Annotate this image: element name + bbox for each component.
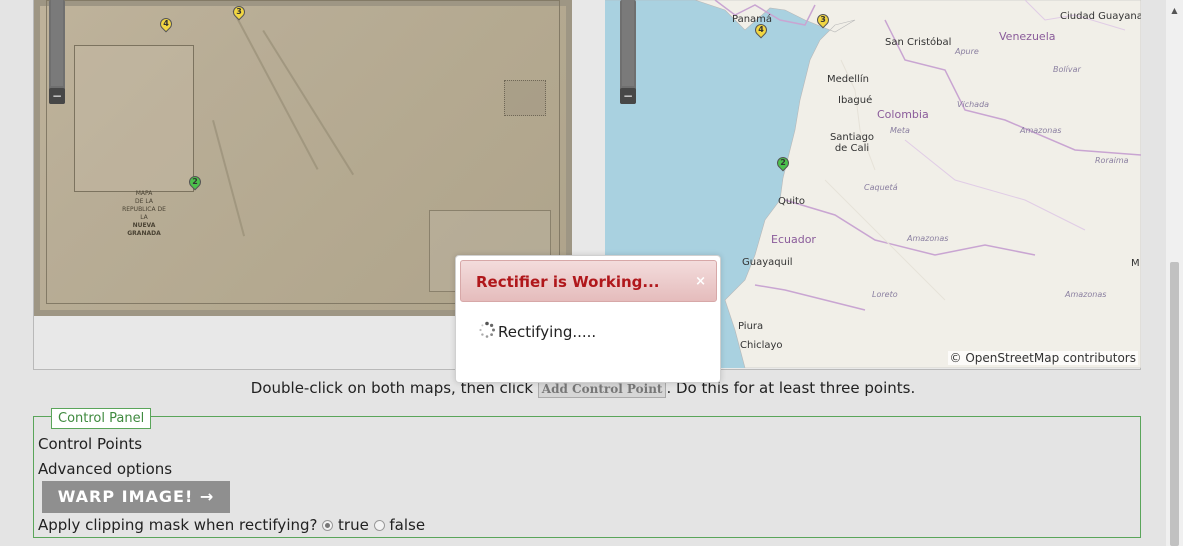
clip-false-label[interactable]: false (389, 516, 425, 534)
left-zoom-control[interactable]: − (49, 0, 65, 104)
map-label-place: Piura (738, 321, 764, 332)
map-label-region: Amazonas (1020, 126, 1062, 135)
rectifier-dialog: Rectifier is Working... × Rectifying....… (455, 255, 721, 383)
osm-attribution[interactable]: © OpenStreetMap contributors (947, 351, 1138, 365)
map-label-place: Chiclayo (740, 340, 783, 351)
dialog-header: Rectifier is Working... × (460, 260, 717, 302)
right-zoom-out-button[interactable]: − (620, 88, 636, 104)
map-label-place: Santiago de Cali (829, 132, 875, 154)
map-label-region: Amazonas (1065, 290, 1107, 299)
map-marker[interactable]: 2 (186, 173, 204, 192)
marker-number: 2 (192, 177, 198, 186)
map-inset (74, 45, 194, 192)
clip-true-radio[interactable] (322, 520, 334, 531)
map-title-cartouche: MAPA DE LA REPUBLICA DE LA NUEVA GRANADA (119, 190, 169, 237)
left-zoom-slider[interactable] (51, 0, 63, 86)
map-label-region: Vichada (957, 100, 990, 109)
map-marker[interactable]: 3 (230, 3, 248, 22)
advanced-options-link[interactable]: Advanced options (38, 460, 172, 478)
map-label-country: Ecuador (771, 233, 816, 246)
map-marker[interactable]: 2 (774, 154, 792, 173)
marker-number: 3 (236, 7, 242, 16)
page-scrollbar[interactable]: ▲ (1166, 0, 1183, 546)
dialog-title: Rectifier is Working... (476, 273, 660, 291)
map-label-region: Roraima (1095, 156, 1129, 165)
dialog-message: Rectifying..... (498, 323, 597, 341)
map-marker[interactable]: 4 (157, 15, 175, 34)
clip-false-radio[interactable] (373, 520, 385, 531)
map-marker[interactable]: 4 (752, 21, 770, 40)
map-marker[interactable]: 3 (814, 11, 832, 30)
map-label-place: Guayaquil (742, 257, 793, 268)
map-title-line: DE LA REPUBLICA DE LA (122, 198, 166, 221)
map-label-region: Amazonas (907, 234, 949, 243)
spinner-icon (479, 321, 495, 338)
right-zoom-slider[interactable] (622, 0, 634, 86)
minus-icon: − (622, 89, 634, 103)
map-label-place: Ciudad Guayana (1060, 11, 1141, 22)
map-label-region: M (1131, 258, 1140, 269)
clipping-mask-label: Apply clipping mask when rectifying? (38, 516, 318, 534)
map-label-place: Quito (778, 196, 806, 207)
map-label-place: San Cristóbal (885, 37, 952, 48)
marker-number: 4 (758, 25, 764, 34)
map-label-region: Bolívar (1053, 65, 1081, 74)
minus-icon: − (51, 89, 63, 103)
map-label-country: Colombia (877, 108, 929, 121)
map-city-plan (504, 80, 546, 116)
scrollbar-thumb[interactable] (1170, 262, 1179, 546)
map-label-region: Caquetá (864, 183, 898, 192)
map-title-line: NUEVA GRANADA (127, 222, 161, 237)
map-label-place: Medellín (827, 74, 869, 85)
control-panel-legend: Control Panel (51, 408, 152, 429)
control-panel: Control Panel Control Points Advanced op… (33, 408, 1141, 538)
page: MAPA DE LA REPUBLICA DE LA NUEVA GRANADA… (0, 0, 1166, 546)
marker-number: 4 (163, 19, 169, 28)
clipping-mask-row: Apply clipping mask when rectifying? tru… (38, 516, 425, 534)
map-label-region: Loreto (872, 290, 898, 299)
right-zoom-control[interactable]: − (620, 0, 636, 104)
marker-number: 2 (780, 158, 786, 167)
map-label-place: Ibagué (838, 95, 873, 106)
map-label-country: Venezuela (999, 30, 1056, 43)
warp-image-button[interactable]: WARP IMAGE! → (42, 481, 230, 513)
left-zoom-out-button[interactable]: − (49, 88, 65, 104)
scroll-up-arrow-icon[interactable]: ▲ (1166, 6, 1183, 20)
clip-true-label[interactable]: true (338, 516, 369, 534)
map-label-region: Apure (955, 47, 979, 56)
map-title-line: MAPA (135, 190, 153, 197)
map-label-region: Meta (890, 126, 910, 135)
close-icon[interactable]: × (695, 274, 706, 289)
control-points-link[interactable]: Control Points (38, 435, 142, 453)
dialog-body: Rectifying..... (478, 321, 596, 341)
marker-number: 3 (820, 15, 826, 24)
